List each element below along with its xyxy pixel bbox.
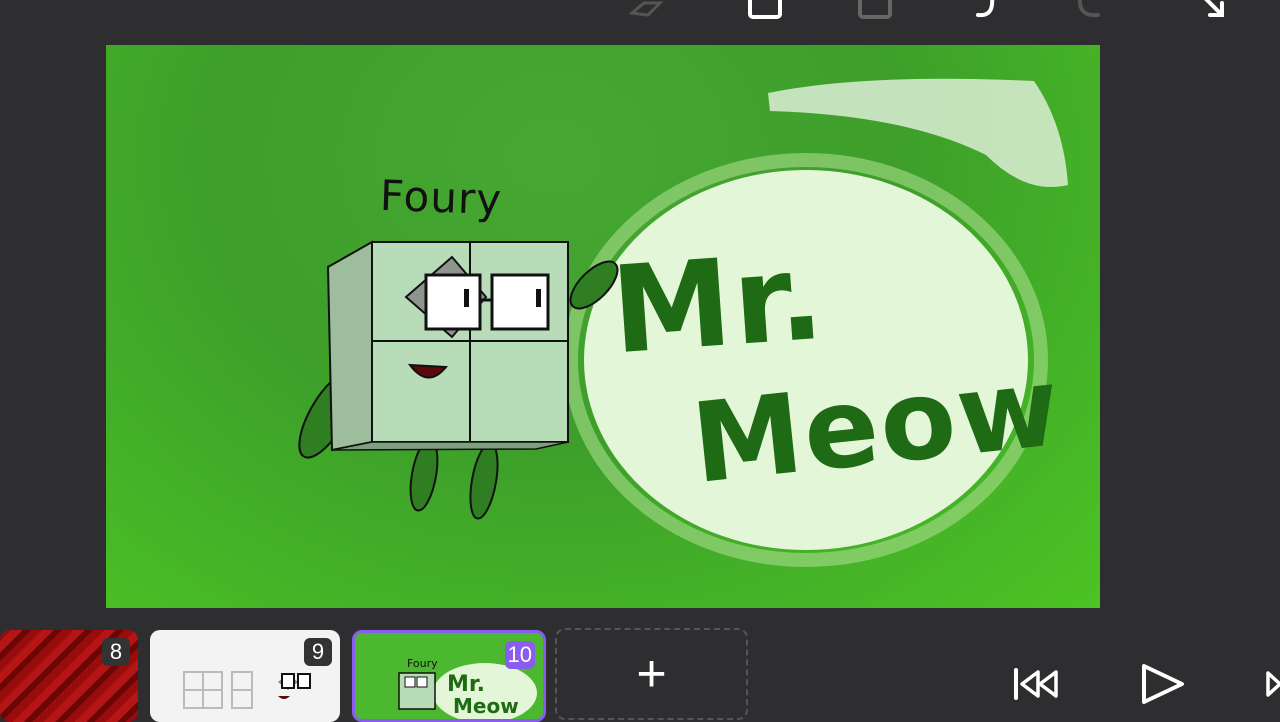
next-icon[interactable]	[1262, 658, 1280, 710]
undo-icon[interactable]	[968, 0, 1012, 22]
frame-thumbnail-10[interactable]: Foury Mr. Meow 10	[352, 630, 546, 722]
character-label: Foury	[379, 170, 503, 225]
frame-number: 8	[102, 638, 130, 666]
canvas-artwork	[298, 78, 1068, 567]
frame-timeline: 8 9 Foury Mr. Meow 10 +	[0, 628, 1280, 722]
frame-thumbnail-9[interactable]: 9	[150, 630, 340, 722]
drawing-canvas[interactable]: Foury Mr. Meow	[106, 45, 1100, 608]
fullscreen-icon[interactable]	[1190, 0, 1234, 22]
frame-thumbnail-8[interactable]: 8	[0, 630, 138, 722]
paste-icon[interactable]	[854, 0, 898, 22]
add-frame-label: +	[636, 645, 667, 703]
skip-to-start-icon[interactable]	[1008, 658, 1064, 710]
copy-icon[interactable]	[744, 0, 788, 22]
redo-icon[interactable]	[1062, 0, 1106, 22]
logo-mr-text: Mr.	[607, 227, 830, 382]
play-icon[interactable]	[1134, 658, 1190, 710]
top-toolbar	[0, 0, 1280, 40]
add-frame-button[interactable]: +	[555, 628, 748, 720]
frame-number: 9	[304, 638, 332, 666]
frame-10-logo-line2: Meow	[453, 694, 519, 718]
frame-10-label: Foury	[407, 657, 438, 670]
eraser-icon[interactable]	[624, 0, 668, 22]
frame-number: 10	[504, 641, 535, 669]
